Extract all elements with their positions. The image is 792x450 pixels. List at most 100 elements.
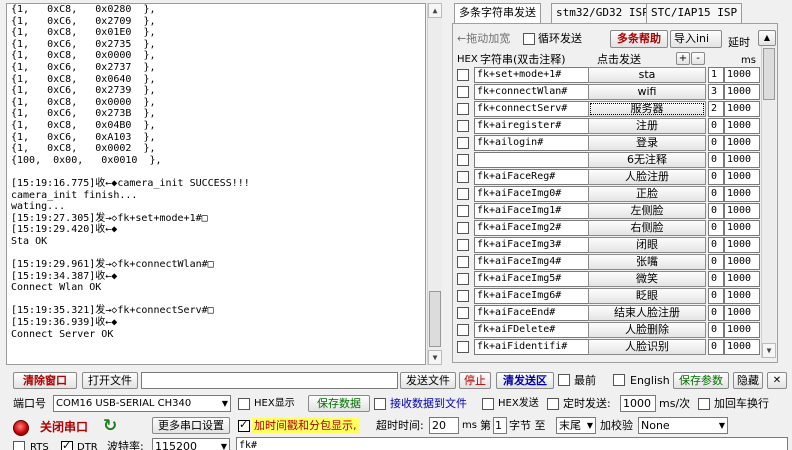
row-hex-checkbox[interactable] xyxy=(457,239,469,251)
row-send-button[interactable]: 登录 xyxy=(588,135,706,151)
checksum-select[interactable]: None ▼ xyxy=(638,417,728,434)
row-hex-checkbox[interactable] xyxy=(457,154,469,166)
row-send-button[interactable]: 服务器 xyxy=(588,101,706,117)
topmost-checkbox[interactable] xyxy=(558,374,570,386)
row-string-input[interactable]: fk+aiFaceImg0# xyxy=(474,186,589,202)
row-order-input[interactable]: 0 xyxy=(708,339,724,355)
row-hex-checkbox[interactable] xyxy=(457,290,469,302)
tab-stm32-isp[interactable]: stm32/GD32 ISP xyxy=(551,3,654,23)
row-send-button[interactable]: 闭眼 xyxy=(588,237,706,253)
timestamp-checkbox[interactable]: ✓ xyxy=(238,418,250,432)
panel-scroll-thumb[interactable] xyxy=(763,48,775,100)
row-string-input[interactable] xyxy=(474,152,589,168)
row-delay-input[interactable]: 1000 xyxy=(724,288,760,304)
row-hex-checkbox[interactable] xyxy=(457,222,469,234)
row-order-input[interactable]: 0 xyxy=(708,271,724,287)
row-delay-input[interactable]: 1000 xyxy=(724,305,760,321)
panel-scroll-down-icon[interactable]: ▼ xyxy=(762,343,776,358)
row-delay-input[interactable]: 1000 xyxy=(724,135,760,151)
row-hex-checkbox[interactable] xyxy=(457,205,469,217)
receive-log[interactable]: {1, 0xC8, 0x0280 }, {1, 0xC6, 0x2709 }, {1… xyxy=(6,3,426,365)
stop-button[interactable]: 停止 xyxy=(459,372,491,389)
panel-scroll-up-icon[interactable]: ▲ xyxy=(758,30,776,46)
row-order-input[interactable]: 0 xyxy=(708,169,724,185)
row-send-button[interactable]: 微笑 xyxy=(588,271,706,287)
row-order-input[interactable]: 3 xyxy=(708,84,724,100)
row-send-button[interactable]: 眨眼 xyxy=(588,288,706,304)
row-hex-checkbox[interactable] xyxy=(457,256,469,268)
row-string-input[interactable]: fk+aiFaceReg# xyxy=(474,169,589,185)
close-icon[interactable]: ✕ xyxy=(767,372,787,389)
row-hex-checkbox[interactable] xyxy=(457,273,469,285)
row-delay-input[interactable]: 1000 xyxy=(724,169,760,185)
send-text-input[interactable]: fk# xyxy=(236,437,788,450)
row-string-input[interactable]: fk+aiFaceImg4# xyxy=(474,254,589,270)
add-row-button[interactable]: + xyxy=(676,52,690,65)
row-order-input[interactable]: 0 xyxy=(708,288,724,304)
row-string-input[interactable]: fk+connectWlan# xyxy=(474,84,589,100)
row-delay-input[interactable]: 1000 xyxy=(724,67,760,83)
refresh-icon[interactable]: ↻ xyxy=(103,417,121,435)
save-params-button[interactable]: 保存参数 xyxy=(673,372,729,389)
recv-to-file-checkbox[interactable] xyxy=(374,398,386,410)
hex-display-checkbox[interactable] xyxy=(238,398,250,410)
timeout-input[interactable]: 20 xyxy=(429,417,459,434)
row-send-button[interactable]: 结束人脸注册 xyxy=(588,305,706,321)
row-hex-checkbox[interactable] xyxy=(457,137,469,149)
row-string-input[interactable]: fk+aiFaceEnd# xyxy=(474,305,589,321)
log-scroll-thumb[interactable] xyxy=(429,291,441,347)
row-string-input[interactable]: fk+aiFaceImg5# xyxy=(474,271,589,287)
row-delay-input[interactable]: 1000 xyxy=(724,186,760,202)
tab-stc-isp[interactable]: STC/IAP15 ISP xyxy=(646,3,743,23)
row-delay-input[interactable]: 1000 xyxy=(724,84,760,100)
file-path-input[interactable] xyxy=(141,372,398,389)
row-hex-checkbox[interactable] xyxy=(457,307,469,319)
row-hex-checkbox[interactable] xyxy=(457,188,469,200)
row-send-button[interactable]: 人脸删除 xyxy=(588,322,706,338)
nth-input[interactable]: 1 xyxy=(493,417,507,434)
row-send-button[interactable]: 人脸注册 xyxy=(588,169,706,185)
row-order-input[interactable]: 0 xyxy=(708,305,724,321)
scroll-up-icon[interactable]: ▲ xyxy=(428,3,442,18)
row-delay-input[interactable]: 1000 xyxy=(724,152,760,168)
row-hex-checkbox[interactable] xyxy=(457,341,469,353)
row-string-input[interactable]: fk+aiFaceImg2# xyxy=(474,220,589,236)
row-delay-input[interactable]: 1000 xyxy=(724,118,760,134)
hex-send-checkbox[interactable] xyxy=(482,398,494,410)
row-hex-checkbox[interactable] xyxy=(457,103,469,115)
loop-send-checkbox[interactable] xyxy=(523,33,535,45)
hide-button[interactable]: 隐藏 xyxy=(733,372,763,389)
row-hex-checkbox[interactable] xyxy=(457,171,469,183)
row-string-input[interactable]: fk+aiFaceImg6# xyxy=(474,288,589,304)
row-order-input[interactable]: 0 xyxy=(708,152,724,168)
interval-input[interactable]: 1000 xyxy=(620,395,656,412)
close-port-button[interactable]: 关闭串口 xyxy=(40,420,88,435)
row-order-input[interactable]: 1 xyxy=(708,67,724,83)
row-send-button[interactable]: 正脸 xyxy=(588,186,706,202)
send-file-button[interactable]: 发送文件 xyxy=(400,372,456,389)
more-port-settings-button[interactable]: 更多串口设置 xyxy=(152,417,230,434)
clear-send-button[interactable]: 清发送区 xyxy=(496,372,554,389)
scroll-down-icon[interactable]: ▼ xyxy=(428,350,442,365)
drag-widen-label[interactable]: ←拖动加宽 xyxy=(457,31,510,46)
end-select[interactable]: 末尾 ▼ xyxy=(556,417,596,434)
row-order-input[interactable]: 0 xyxy=(708,203,724,219)
log-scrollbar[interactable]: ▲ ▼ xyxy=(427,3,442,365)
save-data-button[interactable]: 保存数据 xyxy=(308,395,370,412)
row-delay-input[interactable]: 1000 xyxy=(724,339,760,355)
row-send-button[interactable]: 注册 xyxy=(588,118,706,134)
row-string-input[interactable]: fk+ailogin# xyxy=(474,135,589,151)
row-order-input[interactable]: 0 xyxy=(708,237,724,253)
row-order-input[interactable]: 0 xyxy=(708,118,724,134)
row-delay-input[interactable]: 1000 xyxy=(724,101,760,117)
english-checkbox[interactable] xyxy=(613,374,625,386)
row-string-input[interactable]: fk+connectServ# xyxy=(474,101,589,117)
row-delay-input[interactable]: 1000 xyxy=(724,271,760,287)
row-order-input[interactable]: 2 xyxy=(708,101,724,117)
add-crlf-checkbox[interactable] xyxy=(698,398,710,410)
rts-checkbox[interactable] xyxy=(13,441,25,450)
row-order-input[interactable]: 0 xyxy=(708,220,724,236)
remove-row-button[interactable]: - xyxy=(691,52,705,65)
row-string-input[interactable]: fk+set+mode+1# xyxy=(474,67,589,83)
row-order-input[interactable]: 0 xyxy=(708,322,724,338)
